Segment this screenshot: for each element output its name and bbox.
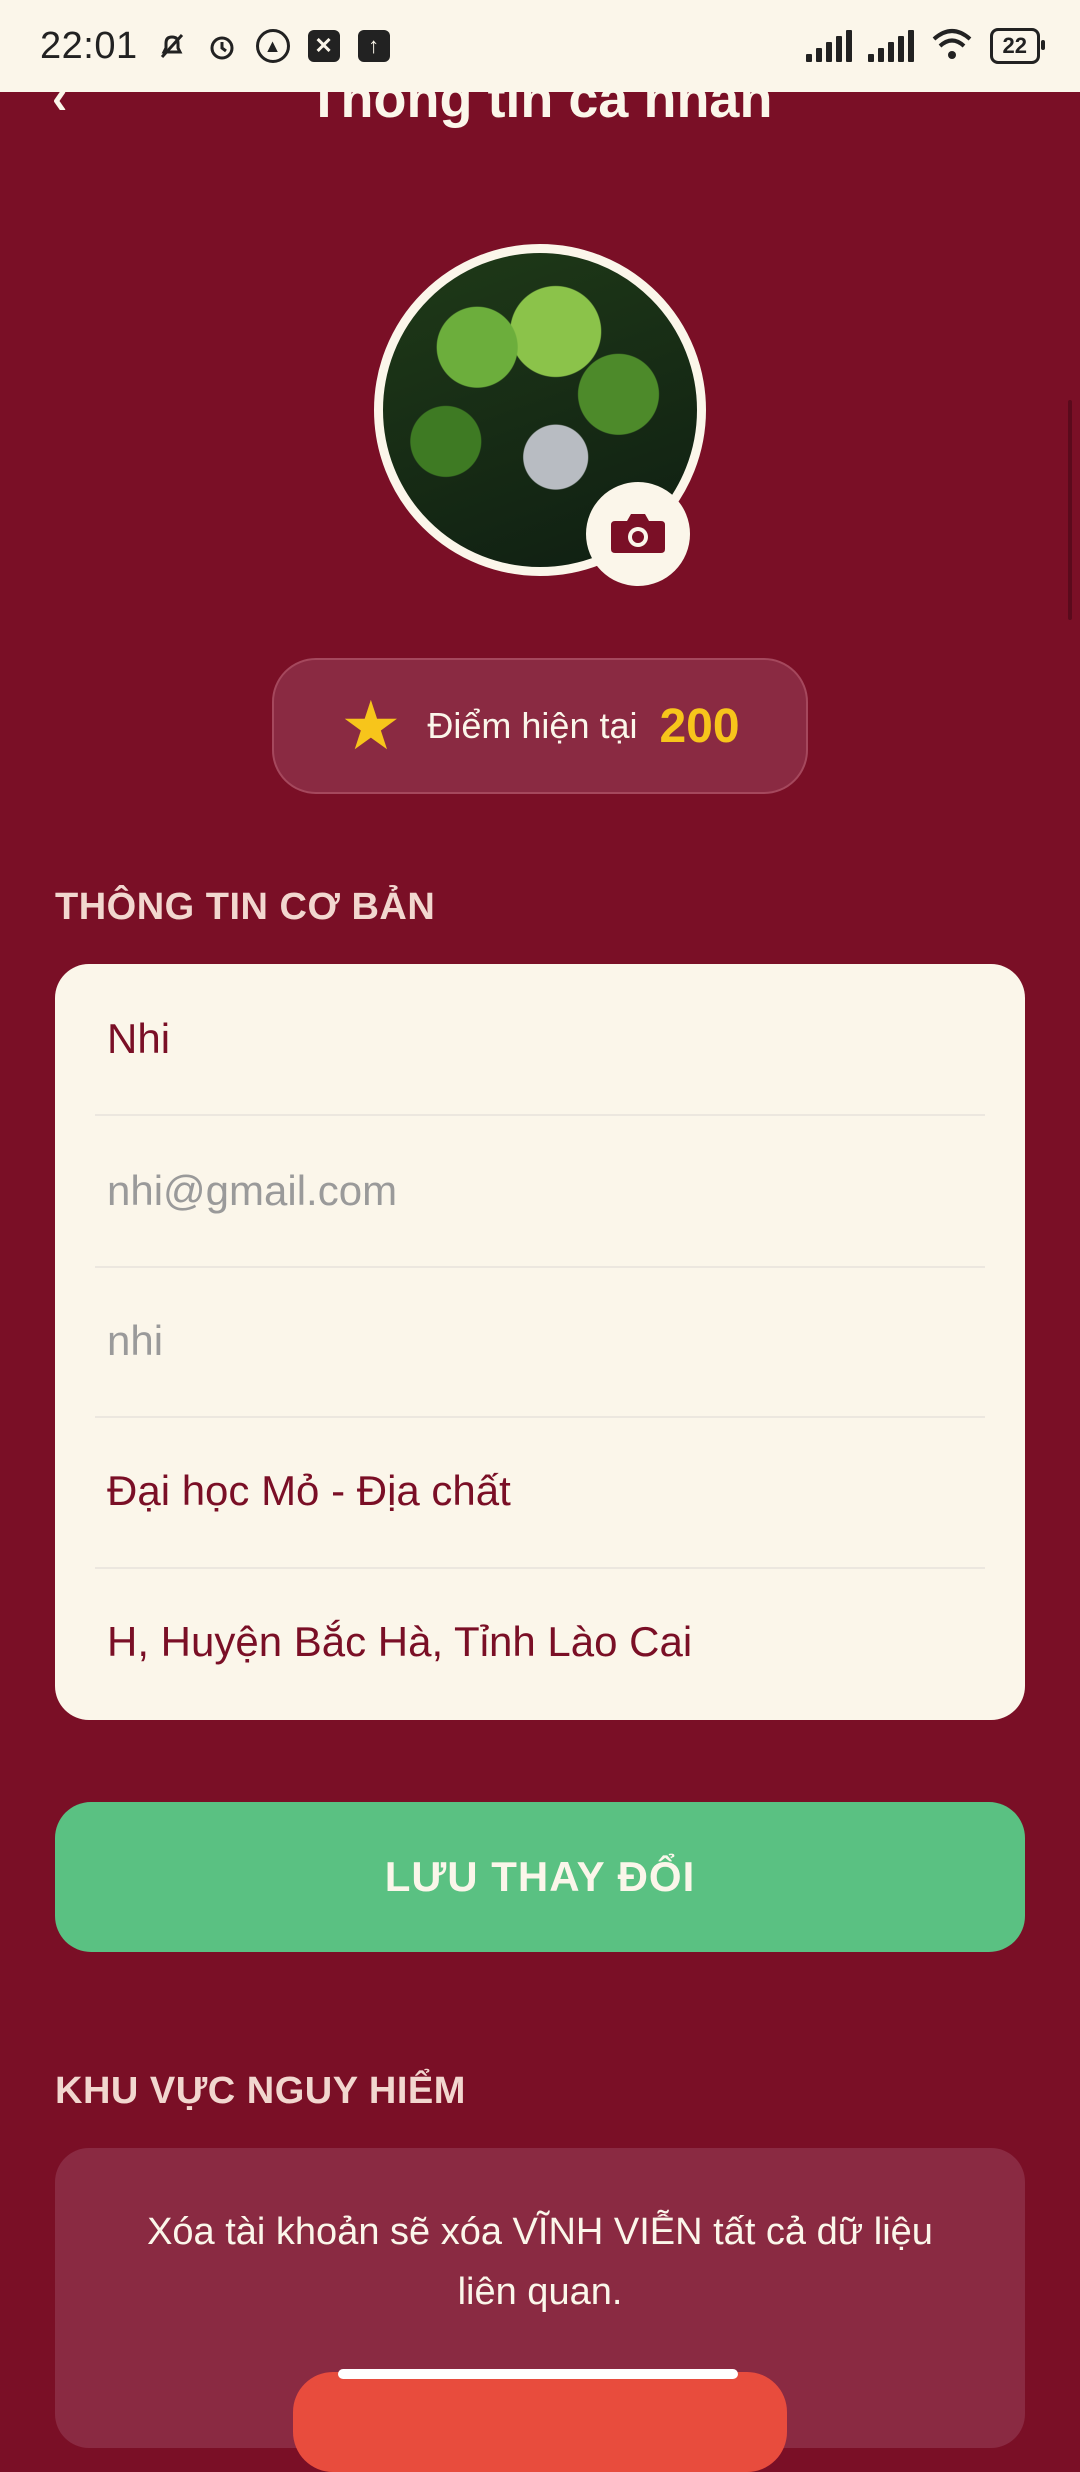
scrollbar[interactable] <box>1068 400 1072 620</box>
star-icon: ★ <box>340 688 402 764</box>
danger-warning-text: Xóa tài khoản sẽ xóa VĨNH VIỄN tất cả dữ… <box>147 2211 933 2313</box>
avatar-container <box>374 244 706 586</box>
points-badge: ★ Điểm hiện tại 200 <box>272 658 808 794</box>
status-time: 22:01 <box>40 24 138 67</box>
delete-account-button[interactable] <box>293 2372 787 2472</box>
basic-info-card: Nhi nhi@gmail.com nhi Đại học Mỏ - Địa c… <box>55 964 1025 1720</box>
basic-info-title: THÔNG TIN CƠ BẢN <box>55 886 436 928</box>
danger-zone-title: KHU VỰC NGUY HIỂM <box>55 2070 466 2112</box>
status-bar: 22:01 ▲ ✕ ↑ 22 <box>0 0 1080 92</box>
email-field[interactable]: nhi@gmail.com <box>107 1116 973 1266</box>
name-field[interactable]: Nhi <box>107 964 973 1114</box>
address-field[interactable]: H, Huyện Bắc Hà, Tỉnh Lào Cai <box>107 1567 973 1717</box>
battery-indicator: 22 <box>989 28 1046 64</box>
signal-icon-2 <box>867 30 914 62</box>
school-field[interactable]: Đại học Mỏ - Địa chất <box>107 1416 973 1566</box>
points-value: 200 <box>659 699 740 753</box>
wifi-icon <box>930 27 974 66</box>
save-button[interactable]: LƯU THAY ĐỔI <box>55 1802 1025 1952</box>
alarm-icon <box>206 30 238 62</box>
danger-zone-card: Xóa tài khoản sẽ xóa VĨNH VIỄN tất cả dữ… <box>55 2148 1025 2472</box>
app-icon-2: ✕ <box>307 30 340 62</box>
home-indicator[interactable] <box>338 2369 738 2379</box>
username-field[interactable]: nhi <box>107 1266 973 1416</box>
signal-icon <box>805 30 852 62</box>
camera-icon <box>609 509 667 560</box>
app-icon: ▲ <box>255 29 290 63</box>
change-avatar-button[interactable] <box>586 482 690 586</box>
battery-level: 22 <box>1002 33 1027 58</box>
points-label: Điểm hiện tại <box>427 705 638 746</box>
bell-off-icon <box>156 30 188 62</box>
upload-icon: ↑ <box>357 30 390 62</box>
